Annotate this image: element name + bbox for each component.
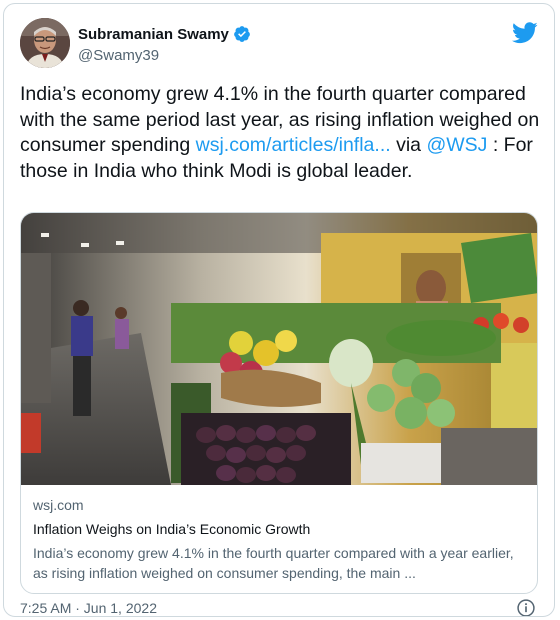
article-link[interactable]: wsj.com/articles/infla... <box>196 134 391 156</box>
link-card-title[interactable]: Inflation Weighs on India’s Economic Gro… <box>33 521 529 537</box>
twitter-bird-icon[interactable] <box>512 22 538 44</box>
link-preview-card[interactable]: wsj.com Inflation Weighs on India’s Econ… <box>20 212 538 594</box>
mention-link[interactable]: @WSJ <box>426 134 487 156</box>
tweet-text: India’s economy grew 4.1% in the fourth … <box>20 82 542 184</box>
author-handle[interactable]: @Swamy39 <box>78 47 251 64</box>
link-card-description: India’s economy grew 4.1% in the fourth … <box>33 545 514 581</box>
market-photo <box>21 213 537 485</box>
tweet-card: Subramanian Swamy @Swamy39 India’s econo… <box>3 3 555 617</box>
tweet-text-part-2: via <box>390 134 427 156</box>
info-icon[interactable] <box>516 598 536 617</box>
verified-badge-icon <box>234 26 250 42</box>
author-names: Subramanian Swamy @Swamy39 <box>78 25 251 64</box>
avatar[interactable] <box>20 18 70 68</box>
link-card-domain: wsj.com <box>33 497 84 513</box>
author-display-name[interactable]: Subramanian Swamy <box>78 26 229 43</box>
link-card-meta: wsj.com Inflation Weighs on India’s Econ… <box>33 497 529 583</box>
tweet-header: Subramanian Swamy @Swamy39 <box>20 18 540 70</box>
tweet-footer: 7:25 AM · Jun 1, 2022 <box>20 598 540 617</box>
author-display-name-row[interactable]: Subramanian Swamy <box>78 25 251 43</box>
tweet-timestamp[interactable]: 7:25 AM · Jun 1, 2022 <box>20 600 157 616</box>
